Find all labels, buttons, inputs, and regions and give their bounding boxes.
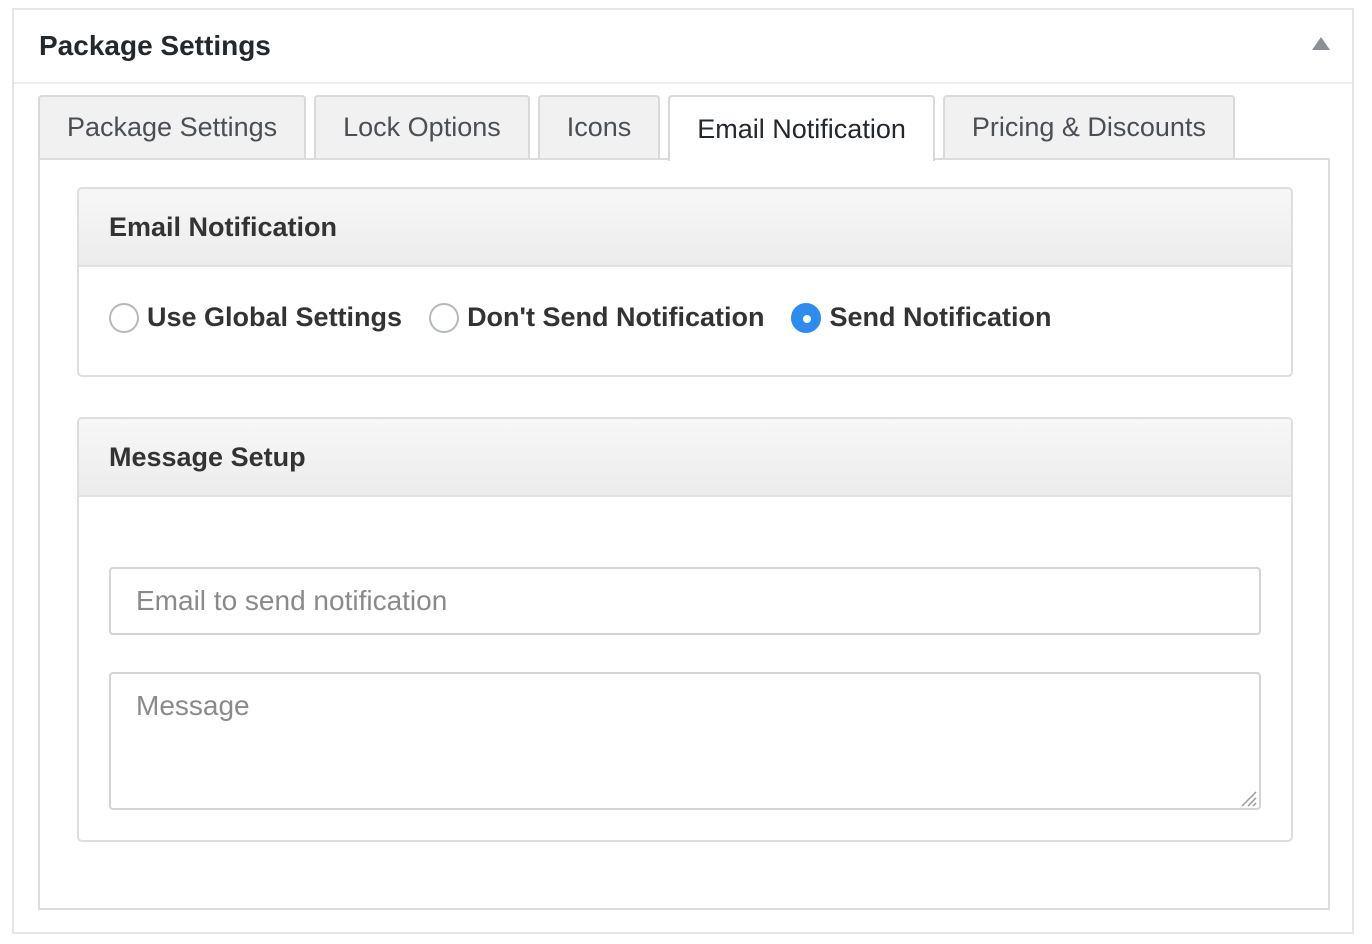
tab-content: Email Notification Use Global Settings D… [38, 158, 1330, 910]
message-textarea[interactable] [109, 672, 1261, 810]
triangle-up-icon[interactable] [1312, 37, 1330, 50]
metabox-header: Package Settings [14, 10, 1352, 84]
email-field[interactable] [109, 567, 1261, 635]
message-setup-panel-title: Message Setup [79, 419, 1291, 497]
message-setup-panel: Message Setup [77, 417, 1293, 842]
tab-bar: Package Settings Lock Options Icons Emai… [38, 95, 1235, 161]
radio-label-send: Send Notification [829, 302, 1052, 332]
tab-lock-options[interactable]: Lock Options [314, 95, 530, 158]
tab-package-settings[interactable]: Package Settings [38, 95, 307, 158]
radio-label-dont-send: Don't Send Notification [467, 302, 765, 332]
email-notification-panel-title: Email Notification [79, 189, 1291, 267]
radio-option-dont-send[interactable]: Don't Send Notification [429, 302, 764, 333]
email-notification-panel: Email Notification Use Global Settings D… [77, 187, 1293, 377]
radio-use-global[interactable] [109, 302, 139, 333]
radio-option-use-global[interactable]: Use Global Settings [109, 302, 402, 333]
tab-email-notification[interactable]: Email Notification [668, 95, 935, 161]
radio-label-use-global: Use Global Settings [147, 302, 403, 332]
radio-option-send[interactable]: Send Notification [791, 302, 1051, 333]
package-settings-metabox: Package Settings Package Settings Lock O… [12, 8, 1354, 934]
radio-send[interactable] [791, 302, 822, 333]
tab-pricing-discounts[interactable]: Pricing & Discounts [942, 95, 1235, 158]
resize-grip-icon[interactable] [1239, 789, 1257, 807]
notification-radio-group: Use Global Settings Don't Send Notificat… [109, 302, 1078, 333]
metabox-title: Package Settings [39, 30, 271, 61]
tab-icons[interactable]: Icons [537, 95, 661, 158]
radio-dont-send[interactable] [429, 302, 460, 333]
